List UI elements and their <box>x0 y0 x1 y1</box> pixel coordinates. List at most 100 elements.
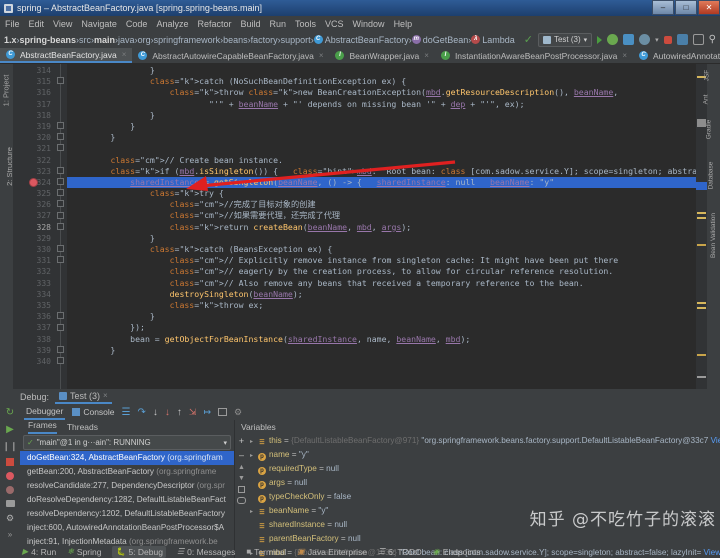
force-step-into-icon[interactable]: ↓ <box>165 407 170 418</box>
gutter-line-number[interactable]: 337 <box>13 322 55 333</box>
warning-marker[interactable] <box>697 307 706 309</box>
window-controls[interactable]: – □ ✕ <box>651 0 720 16</box>
search-icon[interactable]: ⚲ <box>709 34 716 45</box>
view-link[interactable]: View <box>704 548 720 557</box>
step-over-icon[interactable]: ↷ <box>138 407 146 418</box>
code-line[interactable]: class="k">if (mbd.isSingleton()) { class… <box>67 166 696 177</box>
code-line[interactable]: class="cm">// Create bean instance. <box>67 155 696 166</box>
warning-marker[interactable] <box>697 244 706 246</box>
breadcrumb-springframework[interactable]: springframework <box>154 35 221 45</box>
fold-marker[interactable] <box>57 312 64 320</box>
menu-code[interactable]: Code <box>126 19 148 29</box>
gutter-line-number[interactable]: 328 <box>13 222 55 233</box>
gutter-line-number[interactable]: 317 <box>13 99 55 110</box>
mute-breakpoints-icon[interactable] <box>6 486 14 494</box>
code-line[interactable]: }); <box>67 322 696 333</box>
frame-row[interactable]: resolveDependency:1202, DefaultListableB… <box>20 507 234 521</box>
tool-tab-gradle[interactable]: Gradle <box>705 120 712 140</box>
menu-edit[interactable]: Edit <box>29 19 45 29</box>
close-icon[interactable]: × <box>424 51 429 60</box>
debug-session-tab[interactable]: Test (3) × <box>55 389 112 404</box>
minimize-button[interactable]: – <box>652 0 674 15</box>
gutter-line-number[interactable]: 320 <box>13 132 55 143</box>
breakpoint-icon[interactable] <box>29 178 38 187</box>
code-line[interactable]: class="k">catch (NoSuchBeanDefinitionExc… <box>67 76 696 87</box>
variable-row[interactable]: ▸ ☰ this = {DefaultListableBeanFactory@971… <box>248 434 720 448</box>
fold-marker[interactable] <box>57 245 64 253</box>
thread-selector[interactable]: ✓ "main"@1 in g···ain": RUNNING ▾ <box>23 435 231 450</box>
chevron-down-icon[interactable]: ▾ <box>655 36 659 44</box>
fold-marker[interactable] <box>57 133 64 141</box>
expand-icon[interactable]: ▸ <box>250 449 258 463</box>
code-line[interactable] <box>67 356 696 367</box>
code-content[interactable]: } class="k">catch (NoSuchBeanDefinitionE… <box>67 64 696 389</box>
view-link[interactable]: View <box>711 436 720 445</box>
code-line[interactable]: } <box>67 65 696 76</box>
tool-window-messages[interactable]: ☰ 0: Messages <box>177 547 235 557</box>
editor-gutter[interactable]: 314 315 316 317 318 319 320 321 322 323 324 325 326 3… <box>13 64 55 389</box>
gutter-line-number[interactable]: 336 <box>13 311 55 322</box>
menu-run[interactable]: Run <box>270 19 287 29</box>
tool-window-run[interactable]: ▶ 4: Run <box>22 547 56 557</box>
menu-refactor[interactable]: Refactor <box>197 19 231 29</box>
maximize-button[interactable]: □ <box>675 0 697 15</box>
gutter-line-number[interactable]: 335 <box>13 300 55 311</box>
code-line[interactable]: } <box>67 311 696 322</box>
breadcrumb-org[interactable]: org <box>138 35 151 45</box>
stop-icon[interactable] <box>6 458 14 466</box>
tab-threads[interactable]: Threads <box>67 422 98 432</box>
fold-marker[interactable] <box>57 256 64 264</box>
expand-icon[interactable]: » <box>8 530 12 539</box>
move-up-icon[interactable]: ▲ <box>238 464 245 471</box>
variable-row[interactable]: ▸ p name = "y" <box>248 448 720 462</box>
gutter-line-number[interactable]: 321 <box>13 143 55 154</box>
breadcrumb-beans[interactable]: beans <box>223 35 248 45</box>
tool-window-todo[interactable]: ☰ 6: TODO <box>378 547 422 557</box>
warning-marker[interactable] <box>697 302 706 304</box>
remove-watch-icon[interactable]: – <box>239 450 244 460</box>
variable-row[interactable]: p args = null <box>248 476 720 490</box>
settings-icon[interactable]: ⚙ <box>234 407 242 418</box>
camera-icon[interactable] <box>5 500 15 507</box>
code-line[interactable]: bean = getObjectForBeanInstance(sharedIn… <box>67 334 696 345</box>
variable-row[interactable]: ▸ ☰ beanName = "y" <box>248 504 720 518</box>
gutter-line-number[interactable]: 331 <box>13 255 55 266</box>
menu-tools[interactable]: Tools <box>295 19 316 29</box>
gutter-line-number[interactable]: 329 <box>13 233 55 244</box>
fold-marker[interactable] <box>57 189 64 197</box>
gutter-line-number[interactable]: 325 <box>13 188 55 199</box>
show-execution-point-icon[interactable]: ☰ <box>122 407 131 418</box>
menu-view[interactable]: View <box>53 19 72 29</box>
editor-tab-abstractbeanfactory[interactable]: C AbstractBeanFactory.java × <box>0 48 133 63</box>
fold-marker[interactable] <box>57 211 64 219</box>
gutter-line-number[interactable]: 319 <box>13 121 55 132</box>
code-line[interactable]: } <box>67 110 696 121</box>
fold-marker[interactable] <box>57 222 64 230</box>
tool-window-endpoints[interactable]: ◉ Endpoints <box>433 547 481 557</box>
gutter-line-number[interactable]: 339 <box>13 345 55 356</box>
caret-marker[interactable] <box>696 182 707 190</box>
run-icon[interactable] <box>597 35 603 44</box>
gutter-line-number[interactable]: 330 <box>13 244 55 255</box>
gutter-line-number[interactable]: 314 <box>13 65 55 76</box>
move-down-icon[interactable]: ▼ <box>238 475 245 482</box>
menu-build[interactable]: Build <box>240 19 260 29</box>
code-line[interactable]: "'" + beanName + "' depends on missing b… <box>67 99 696 110</box>
code-line[interactable]: class="k">try { <box>67 188 696 199</box>
fold-marker[interactable] <box>57 144 64 152</box>
code-line[interactable]: class="k">return createBean(beanName, mb… <box>67 222 696 233</box>
pause-icon[interactable]: ❙❙ <box>2 441 17 452</box>
expand-icon[interactable]: ▸ <box>250 435 258 449</box>
gutter-line-number[interactable]: 315 <box>13 76 55 87</box>
drop-frame-icon[interactable]: ⇲ <box>189 407 197 418</box>
breadcrumb-main[interactable]: main <box>94 35 115 45</box>
fold-marker[interactable] <box>57 166 64 174</box>
run-to-cursor-icon[interactable]: ↦ <box>203 407 211 418</box>
tool-tab-ant[interactable]: Ant <box>702 95 709 105</box>
variable-row[interactable]: ☰ parentBeanFactory = null <box>248 532 720 546</box>
update-icon[interactable] <box>676 34 688 45</box>
code-line[interactable]: class="cm">// eagerly by the creation pr… <box>67 266 696 277</box>
code-line[interactable]: class="cm">//如果需要代理，还完成了代理 <box>67 210 696 221</box>
menu-analyze[interactable]: Analyze <box>156 19 188 29</box>
code-line[interactable]: } <box>67 132 696 143</box>
